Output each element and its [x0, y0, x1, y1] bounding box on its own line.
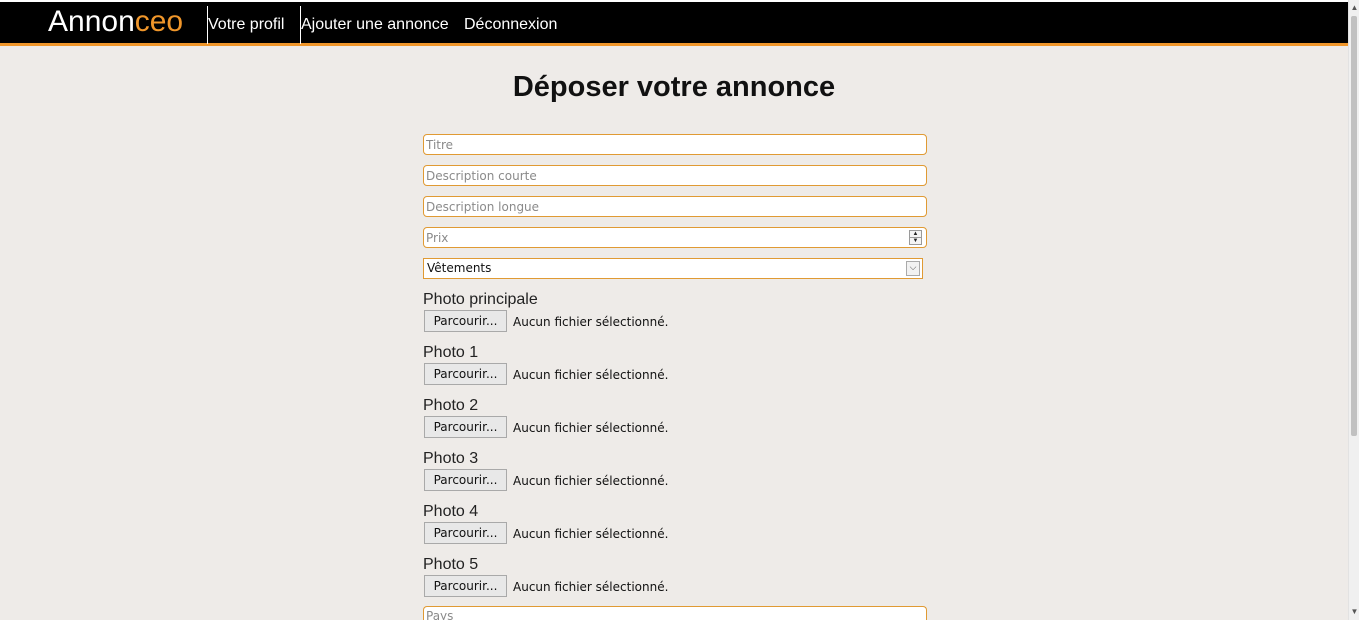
photo-1-file-status: Aucun fichier sélectionné.	[513, 368, 669, 382]
nav-link-profile[interactable]: Votre profil	[208, 15, 284, 35]
photo-2-browse-button[interactable]: Parcourir...	[424, 416, 507, 438]
scroll-up-arrow-icon[interactable]: ▲	[1350, 2, 1359, 14]
top-navigation-bar: Annonceo Votre profil Ajouter une annonc…	[0, 0, 1348, 46]
chevron-down-icon[interactable]: ⌵	[906, 261, 920, 276]
page-title: Déposer votre annonce	[512, 71, 836, 103]
photo-main-file-status: Aucun fichier sélectionné.	[513, 315, 669, 329]
logo-accent-text: ceo	[134, 5, 184, 38]
category-selected-value: Vêtements	[427, 261, 492, 275]
nav-link-add-listing[interactable]: Ajouter une annonce	[301, 15, 449, 35]
page-scrollbar[interactable]: ▲ ▼	[1348, 0, 1359, 620]
country-input[interactable]	[423, 606, 927, 620]
logo-main-text: Annon	[48, 5, 135, 38]
category-select[interactable]: Vêtements ⌵	[423, 258, 923, 279]
photo-5-file-status: Aucun fichier sélectionné.	[513, 580, 669, 594]
price-input[interactable]	[423, 227, 927, 248]
photo-main-label: Photo principale	[423, 291, 538, 308]
photo-3-file-status: Aucun fichier sélectionné.	[513, 474, 669, 488]
spinner-down-icon[interactable]: ▼	[910, 238, 921, 244]
photo-4-label: Photo 4	[423, 503, 479, 520]
long-description-input[interactable]	[423, 196, 927, 217]
photo-5-browse-button[interactable]: Parcourir...	[424, 575, 507, 597]
site-logo[interactable]: Annonceo	[48, 4, 183, 40]
photo-4-browse-button[interactable]: Parcourir...	[424, 522, 507, 544]
photo-2-file-status: Aucun fichier sélectionné.	[513, 421, 669, 435]
photo-3-label: Photo 3	[423, 450, 479, 467]
scroll-down-arrow-icon[interactable]: ▼	[1350, 606, 1359, 618]
photo-main-browse-button[interactable]: Parcourir...	[424, 310, 507, 332]
photo-1-label: Photo 1	[423, 344, 479, 361]
photo-5-label: Photo 5	[423, 556, 479, 573]
scrollbar-thumb[interactable]	[1351, 16, 1357, 436]
short-description-input[interactable]	[423, 165, 927, 186]
nav-link-logout[interactable]: Déconnexion	[464, 15, 557, 35]
top-border-line	[0, 0, 1348, 2]
photo-1-browse-button[interactable]: Parcourir...	[424, 363, 507, 385]
price-spinner[interactable]: ▲ ▼	[909, 230, 922, 245]
photo-2-label: Photo 2	[423, 397, 479, 414]
photo-3-browse-button[interactable]: Parcourir...	[424, 469, 507, 491]
photo-4-file-status: Aucun fichier sélectionné.	[513, 527, 669, 541]
title-input[interactable]	[423, 134, 927, 155]
